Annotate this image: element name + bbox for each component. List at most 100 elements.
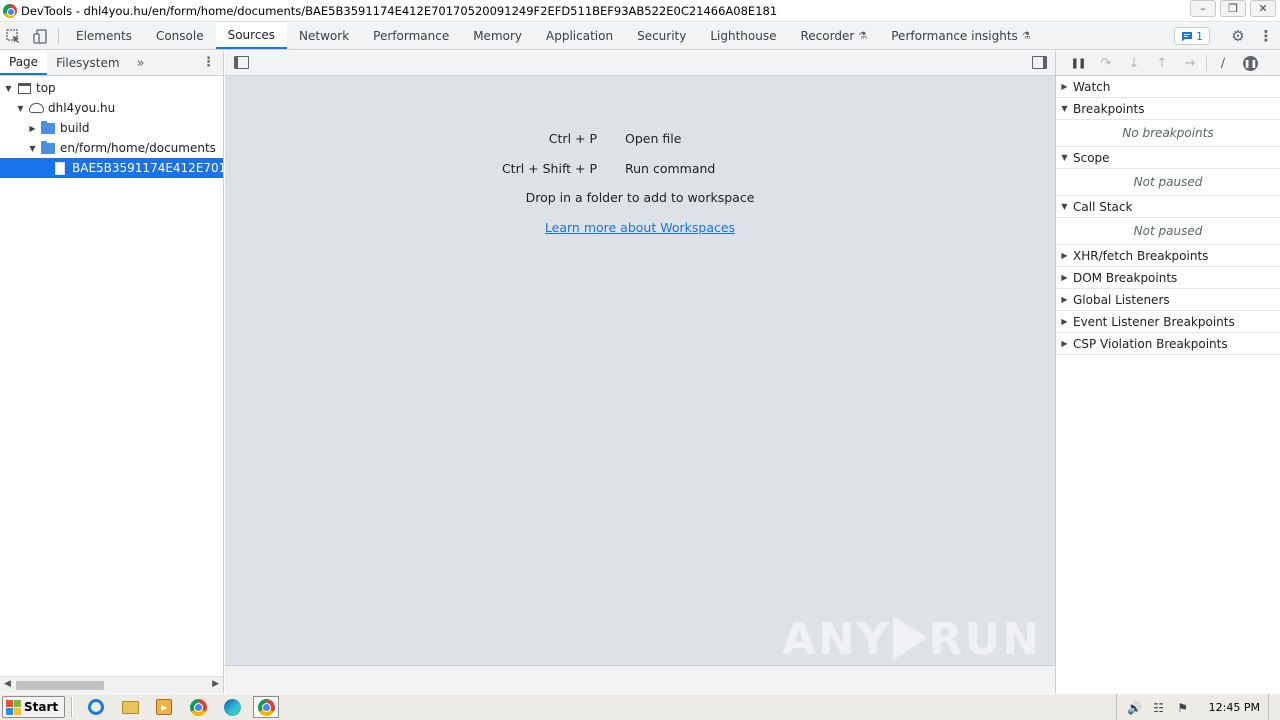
chat-icon <box>1182 31 1192 41</box>
action-center-flag-icon[interactable]: ⚑ <box>1173 701 1193 715</box>
step-out-icon[interactable]: ↑ <box>1148 56 1176 71</box>
ie-icon[interactable] <box>83 696 109 718</box>
section-call-stack[interactable]: ▼ Call Stack <box>1056 196 1280 218</box>
navigator-horizontal-scrollbar[interactable]: ◀ ▶ <box>0 676 223 693</box>
step-into-icon[interactable]: ↓ <box>1120 56 1148 71</box>
navigator-tabs: Page Filesystem » ⋮ <box>0 51 223 76</box>
show-desktop-button[interactable] <box>1268 694 1280 720</box>
tree-item[interactable]: BAE5B3591174E412E70170520091249F2EFD511B… <box>0 158 223 178</box>
chrome-icon[interactable] <box>253 696 280 718</box>
experiment-flask-icon: ⚗ <box>1021 30 1031 42</box>
tree-item[interactable]: ▼ dhl4you.hu <box>0 98 223 118</box>
toggle-navigator-icon[interactable] <box>234 56 249 69</box>
cloud-icon <box>28 101 44 115</box>
learn-more-workspaces-link[interactable]: Learn more about Workspaces <box>225 213 1055 243</box>
tab-security[interactable]: Security <box>625 23 698 49</box>
section-title: Scope <box>1073 150 1110 165</box>
tab-lighthouse[interactable]: Lighthouse <box>698 23 788 49</box>
window-controls: – ❐ ✕ <box>1186 0 1276 18</box>
tab-application[interactable]: Application <box>534 23 625 49</box>
expand-arrow-icon: ▼ <box>1061 104 1068 113</box>
volume-icon[interactable]: 🔊 <box>1125 701 1145 715</box>
tab-label: Recorder <box>800 29 855 43</box>
tab-label: Network <box>299 29 350 43</box>
tab-console[interactable]: Console <box>144 23 216 49</box>
inspect-element-icon[interactable] <box>0 23 27 49</box>
tab-performance[interactable]: Performance <box>361 23 461 49</box>
tab-label: Elements <box>76 29 132 43</box>
tree-item-label: en/form/home/documents <box>60 141 216 155</box>
folder-icon <box>40 120 56 135</box>
taskbar-divider <box>71 697 74 717</box>
tree-item[interactable]: ▼ top <box>0 78 223 98</box>
device-toolbar-icon[interactable] <box>27 23 54 49</box>
expand-arrow-icon[interactable]: ▼ <box>3 84 14 93</box>
debugger-toolbar: ❚❚ ↷ ↓ ↑ → ∕ ❚❚ <box>1056 51 1280 76</box>
close-button[interactable]: ✕ <box>1250 0 1276 17</box>
shortcut-open-file: Ctrl + P Open file <box>225 123 1055 153</box>
pause-script-icon[interactable]: ❚❚ <box>1064 58 1092 69</box>
shortcut-keys: Ctrl + P <box>548 130 597 146</box>
tab-label: Performance insights <box>891 29 1018 43</box>
tab-page[interactable]: Page <box>0 51 48 75</box>
section-dom-breakpoints[interactable]: ▶ DOM Breakpoints <box>1056 267 1280 289</box>
restore-button[interactable]: ❐ <box>1220 0 1246 17</box>
more-options-icon[interactable]: ⋮ <box>1252 27 1280 45</box>
section-scope[interactable]: ▼ Scope <box>1056 147 1280 169</box>
tree-item[interactable]: ▶ build <box>0 118 223 138</box>
section-xhr-fetch-breakpoints[interactable]: ▶ XHR/fetch Breakpoints <box>1056 245 1280 267</box>
chrome-icon[interactable] <box>185 696 211 718</box>
network-icon[interactable]: ☷ <box>1149 701 1169 715</box>
toggle-debugger-icon[interactable] <box>1032 56 1047 69</box>
tab-label: Performance <box>373 29 450 43</box>
issues-badge[interactable]: 1 <box>1174 27 1210 45</box>
step-icon[interactable]: → <box>1176 56 1204 71</box>
sources-navigator: Page Filesystem » ⋮ ▼ top ▼ dhl4you.hu ▶ buil… <box>0 51 224 693</box>
start-button[interactable]: Start <box>2 696 66 718</box>
scroll-left-arrow-icon[interactable]: ◀ <box>4 679 11 689</box>
tab-memory[interactable]: Memory <box>461 23 534 49</box>
minimize-button[interactable]: – <box>1190 0 1216 17</box>
editor-placeholder: Ctrl + P Open file Ctrl + Shift + P Run … <box>225 123 1055 243</box>
taskbar-clock[interactable]: 12:45 PM <box>1209 701 1260 714</box>
tab-network[interactable]: Network <box>287 23 361 49</box>
section-title: CSP Violation Breakpoints <box>1073 336 1228 351</box>
shortcut-action: Open file <box>625 130 682 146</box>
section-csp-violation-breakpoints[interactable]: ▶ CSP Violation Breakpoints <box>1056 333 1280 355</box>
collapse-arrow-icon: ▶ <box>1061 339 1068 348</box>
collapse-arrow-icon: ▶ <box>1061 317 1068 326</box>
step-over-icon[interactable]: ↷ <box>1092 56 1120 71</box>
pause-on-exceptions-icon[interactable]: ❚❚ <box>1243 55 1258 71</box>
media-player-icon[interactable]: ▶ <box>151 696 177 718</box>
scrollbar-thumb[interactable] <box>16 681 104 690</box>
navigator-menu-icon[interactable]: ⋮ <box>202 55 215 70</box>
section-watch[interactable]: ▶ Watch <box>1056 76 1280 98</box>
section-event-listener-breakpoints[interactable]: ▶ Event Listener Breakpoints <box>1056 311 1280 333</box>
deactivate-breakpoints-icon[interactable]: ∕ <box>1209 56 1237 71</box>
tab-recorder[interactable]: Recorder ⚗ <box>789 23 880 49</box>
settings-gear-icon[interactable]: ⚙ <box>1224 27 1252 45</box>
expand-arrow-icon[interactable]: ▼ <box>27 144 38 153</box>
tree-item[interactable]: ▼ en/form/home/documents <box>0 138 223 158</box>
anyrun-watermark-logo: ANY RUN <box>782 614 1041 665</box>
tab-sources[interactable]: Sources <box>215 23 288 49</box>
tree-item-label: dhl4you.hu <box>48 101 116 115</box>
collapse-arrow-icon[interactable]: ▶ <box>27 124 38 133</box>
expand-arrow-icon[interactable]: ▼ <box>15 104 26 113</box>
tab-label: Lighthouse <box>710 29 777 43</box>
tab-filesystem[interactable]: Filesystem <box>47 51 128 75</box>
tab-elements[interactable]: Elements <box>64 23 144 49</box>
tree-item-label: top <box>36 81 56 95</box>
edge-icon[interactable] <box>219 696 245 718</box>
section-breakpoints[interactable]: ▼ Breakpoints <box>1056 98 1280 120</box>
shortcut-keys: Ctrl + Shift + P <box>501 160 597 176</box>
section-global-listeners[interactable]: ▶ Global Listeners <box>1056 289 1280 311</box>
more-tabs-chevron-icon[interactable]: » <box>129 51 153 75</box>
tab-performance-insights[interactable]: Performance insights ⚗ <box>879 23 1043 49</box>
explorer-folder-icon[interactable] <box>117 696 143 718</box>
collapse-arrow-icon: ▶ <box>1061 273 1068 282</box>
scroll-right-arrow-icon[interactable]: ▶ <box>212 679 219 689</box>
tab-label: Sources <box>227 28 276 42</box>
section-title: Call Stack <box>1073 199 1133 214</box>
section-title: XHR/fetch Breakpoints <box>1073 248 1209 263</box>
